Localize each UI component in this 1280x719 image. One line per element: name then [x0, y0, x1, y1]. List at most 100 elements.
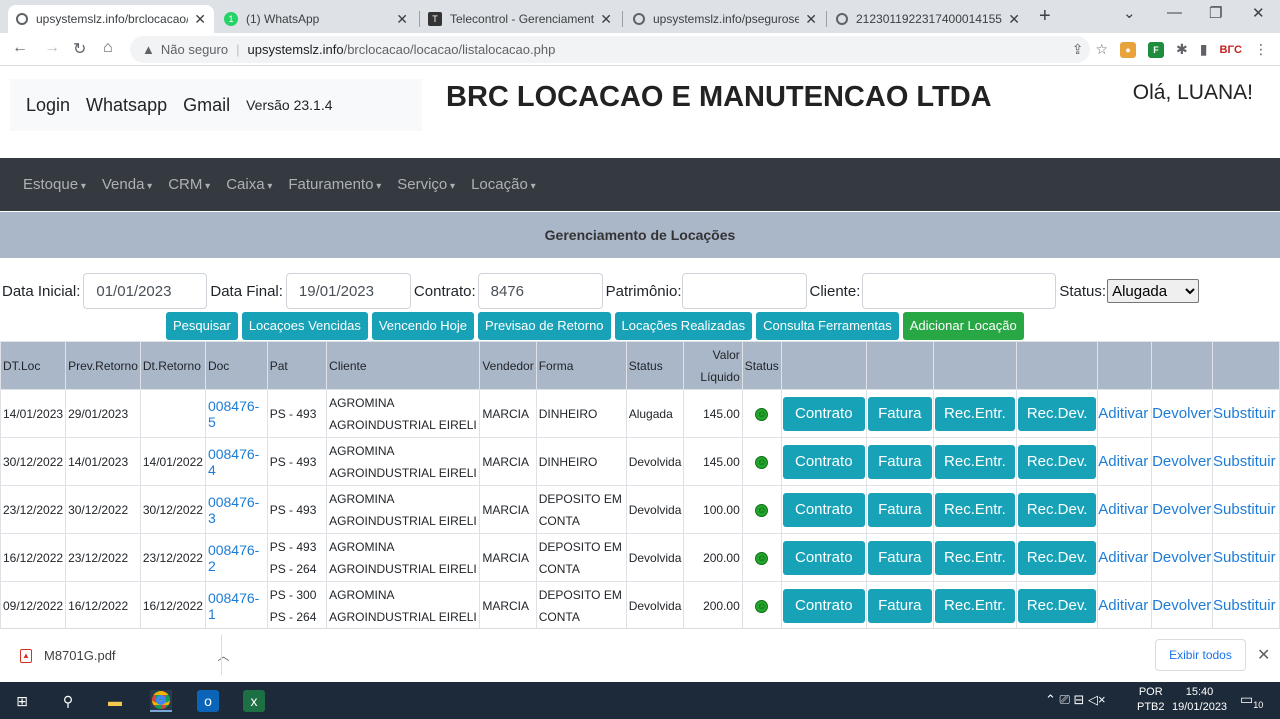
patrimonio-input[interactable]	[681, 273, 807, 309]
doc-link[interactable]: 008476-3	[208, 494, 259, 526]
nav-servico[interactable]: Serviço	[397, 176, 455, 193]
reload-icon[interactable]: ↻	[73, 39, 86, 59]
maximize-icon[interactable]: ❐	[1209, 4, 1222, 22]
aditivar-link[interactable]: Aditivar	[1099, 405, 1149, 422]
close-tab-icon[interactable]: ✕	[600, 11, 612, 28]
file-explorer-icon[interactable]: ▬	[104, 690, 126, 712]
pesquisar-button[interactable]: Pesquisar	[166, 312, 238, 340]
forward-icon[interactable]: →	[44, 39, 60, 57]
contrato-button[interactable]: Contrato	[782, 540, 865, 575]
status-select[interactable]: Alugada	[1107, 279, 1200, 303]
bookmark-star-icon[interactable]: ☆	[1095, 41, 1108, 58]
rec-dev-button[interactable]: Rec.Dev.	[1018, 540, 1097, 575]
contrato-button[interactable]: Contrato	[782, 588, 865, 623]
nav-faturamento[interactable]: Faturamento	[288, 176, 381, 193]
substituir-link[interactable]: Substituir	[1214, 501, 1276, 518]
tab-pseguroser[interactable]: upsystemslz.info/pseguroser ✕	[625, 5, 825, 33]
notification-icon[interactable]: ▭10	[1240, 691, 1263, 710]
nav-venda[interactable]: Venda	[102, 176, 152, 193]
locacoes-vencidas-button[interactable]: Locaçoes Vencidas	[241, 312, 368, 340]
devolver-link[interactable]: Devolver	[1153, 549, 1212, 566]
close-window-icon[interactable]: ✕	[1252, 4, 1265, 22]
doc-link[interactable]: 008476-2	[208, 542, 259, 574]
extension-f-icon[interactable]: F	[1148, 41, 1165, 58]
substituir-link[interactable]: Substituir	[1214, 453, 1276, 470]
devolver-link[interactable]: Devolver	[1153, 405, 1212, 422]
aditivar-link[interactable]: Aditivar	[1099, 453, 1149, 470]
fatura-button[interactable]: Fatura	[867, 492, 932, 527]
login-link[interactable]: Login	[26, 95, 70, 116]
rec-entr-button[interactable]: Rec.Entr.	[934, 588, 1015, 623]
sidepanel-icon[interactable]: ▮	[1200, 41, 1208, 58]
outlook-icon[interactable]: o	[197, 690, 219, 712]
rec-entr-button[interactable]: Rec.Entr.	[934, 396, 1015, 431]
clock[interactable]: 15:40 19/01/2023	[1172, 685, 1227, 715]
nav-crm[interactable]: CRM	[168, 176, 210, 193]
tab-nfe[interactable]: 212301192231740001415500 ✕	[828, 5, 1028, 33]
data-final-input[interactable]	[285, 273, 411, 309]
whatsapp-link[interactable]: Whatsapp	[86, 95, 167, 116]
fatura-button[interactable]: Fatura	[867, 444, 932, 479]
contrato-input[interactable]	[477, 273, 603, 309]
warning-icon[interactable]: ▲	[142, 42, 155, 57]
search-icon[interactable]: ⚲	[57, 690, 79, 712]
close-tab-icon[interactable]: ✕	[194, 11, 206, 28]
aditivar-link[interactable]: Aditivar	[1099, 501, 1149, 518]
contrato-button[interactable]: Contrato	[782, 444, 865, 479]
data-inicial-input[interactable]	[83, 273, 208, 309]
close-tab-icon[interactable]: ✕	[396, 11, 408, 28]
fatura-button[interactable]: Fatura	[867, 588, 932, 623]
download-item[interactable]: ▲ M8701G.pdf ︿	[20, 647, 230, 664]
rec-entr-button[interactable]: Rec.Entr.	[934, 492, 1015, 527]
close-download-bar-icon[interactable]: ✕	[1257, 645, 1270, 665]
devolver-link[interactable]: Devolver	[1153, 453, 1212, 470]
locacoes-realizadas-button[interactable]: Locações Realizadas	[614, 312, 753, 340]
excel-icon[interactable]: x	[243, 690, 265, 712]
close-tab-icon[interactable]: ✕	[805, 11, 817, 28]
doc-link[interactable]: 008476-1	[208, 590, 259, 622]
cliente-input[interactable]	[862, 273, 1057, 309]
windows-start-icon[interactable]: ⊞	[11, 690, 33, 712]
menu-kebab-icon[interactable]: ⋮	[1254, 41, 1268, 58]
tab-whatsapp[interactable]: 1 (1) WhatsApp ✕	[216, 5, 416, 33]
previsao-retorno-button[interactable]: Previsao de Retorno	[478, 312, 611, 340]
devolver-link[interactable]: Devolver	[1153, 597, 1212, 614]
system-tray-icons[interactable]: ⌃ ⎚ ⊟ ◁×	[1045, 692, 1106, 708]
rec-entr-button[interactable]: Rec.Entr.	[934, 444, 1015, 479]
chrome-icon[interactable]	[150, 690, 172, 712]
show-all-button[interactable]: Exibir todos	[1155, 639, 1246, 671]
consulta-ferramentas-button[interactable]: Consulta Ferramentas	[756, 312, 899, 340]
rec-dev-button[interactable]: Rec.Dev.	[1018, 588, 1097, 623]
nav-caixa[interactable]: Caixa	[226, 176, 272, 193]
rec-dev-button[interactable]: Rec.Dev.	[1018, 444, 1097, 479]
rec-dev-button[interactable]: Rec.Dev.	[1018, 492, 1097, 527]
contrato-button[interactable]: Contrato	[782, 492, 865, 527]
fatura-button[interactable]: Fatura	[867, 396, 932, 431]
extensions-puzzle-icon[interactable]: ✱	[1176, 41, 1188, 58]
nav-estoque[interactable]: Estoque	[23, 176, 86, 193]
substituir-link[interactable]: Substituir	[1214, 549, 1276, 566]
aditivar-link[interactable]: Aditivar	[1099, 597, 1149, 614]
substituir-link[interactable]: Substituir	[1214, 597, 1276, 614]
fatura-button[interactable]: Fatura	[867, 540, 932, 575]
new-tab-icon[interactable]: +	[1039, 5, 1051, 28]
devolver-link[interactable]: Devolver	[1153, 501, 1212, 518]
rec-entr-button[interactable]: Rec.Entr.	[934, 540, 1015, 575]
vencendo-hoje-button[interactable]: Vencendo Hoje	[371, 312, 475, 340]
extension-people-icon[interactable]: ●	[1120, 41, 1137, 58]
extension-brc-icon[interactable]: ΒΓC	[1220, 44, 1243, 56]
tab-brclocacao[interactable]: upsystemslz.info/brclocacao/ ✕	[8, 5, 214, 33]
home-icon[interactable]: ⌂	[103, 39, 113, 57]
gmail-link[interactable]: Gmail	[183, 95, 230, 116]
url-field[interactable]: ▲ Não seguro | upsystemslz.info /brcloca…	[130, 36, 1090, 63]
rec-dev-button[interactable]: Rec.Dev.	[1018, 396, 1097, 431]
substituir-link[interactable]: Substituir	[1214, 405, 1276, 422]
adicionar-locacao-button[interactable]: Adicionar Locação	[902, 312, 1024, 340]
close-tab-icon[interactable]: ✕	[1008, 11, 1020, 28]
share-icon[interactable]: ⇪	[1072, 41, 1084, 58]
language-indicator[interactable]: POR PTB2	[1137, 685, 1165, 715]
contrato-button[interactable]: Contrato	[782, 396, 865, 431]
chevron-up-icon[interactable]: ︿	[218, 647, 230, 664]
minimize-icon[interactable]: —	[1167, 4, 1182, 21]
doc-link[interactable]: 008476-5	[208, 398, 259, 430]
